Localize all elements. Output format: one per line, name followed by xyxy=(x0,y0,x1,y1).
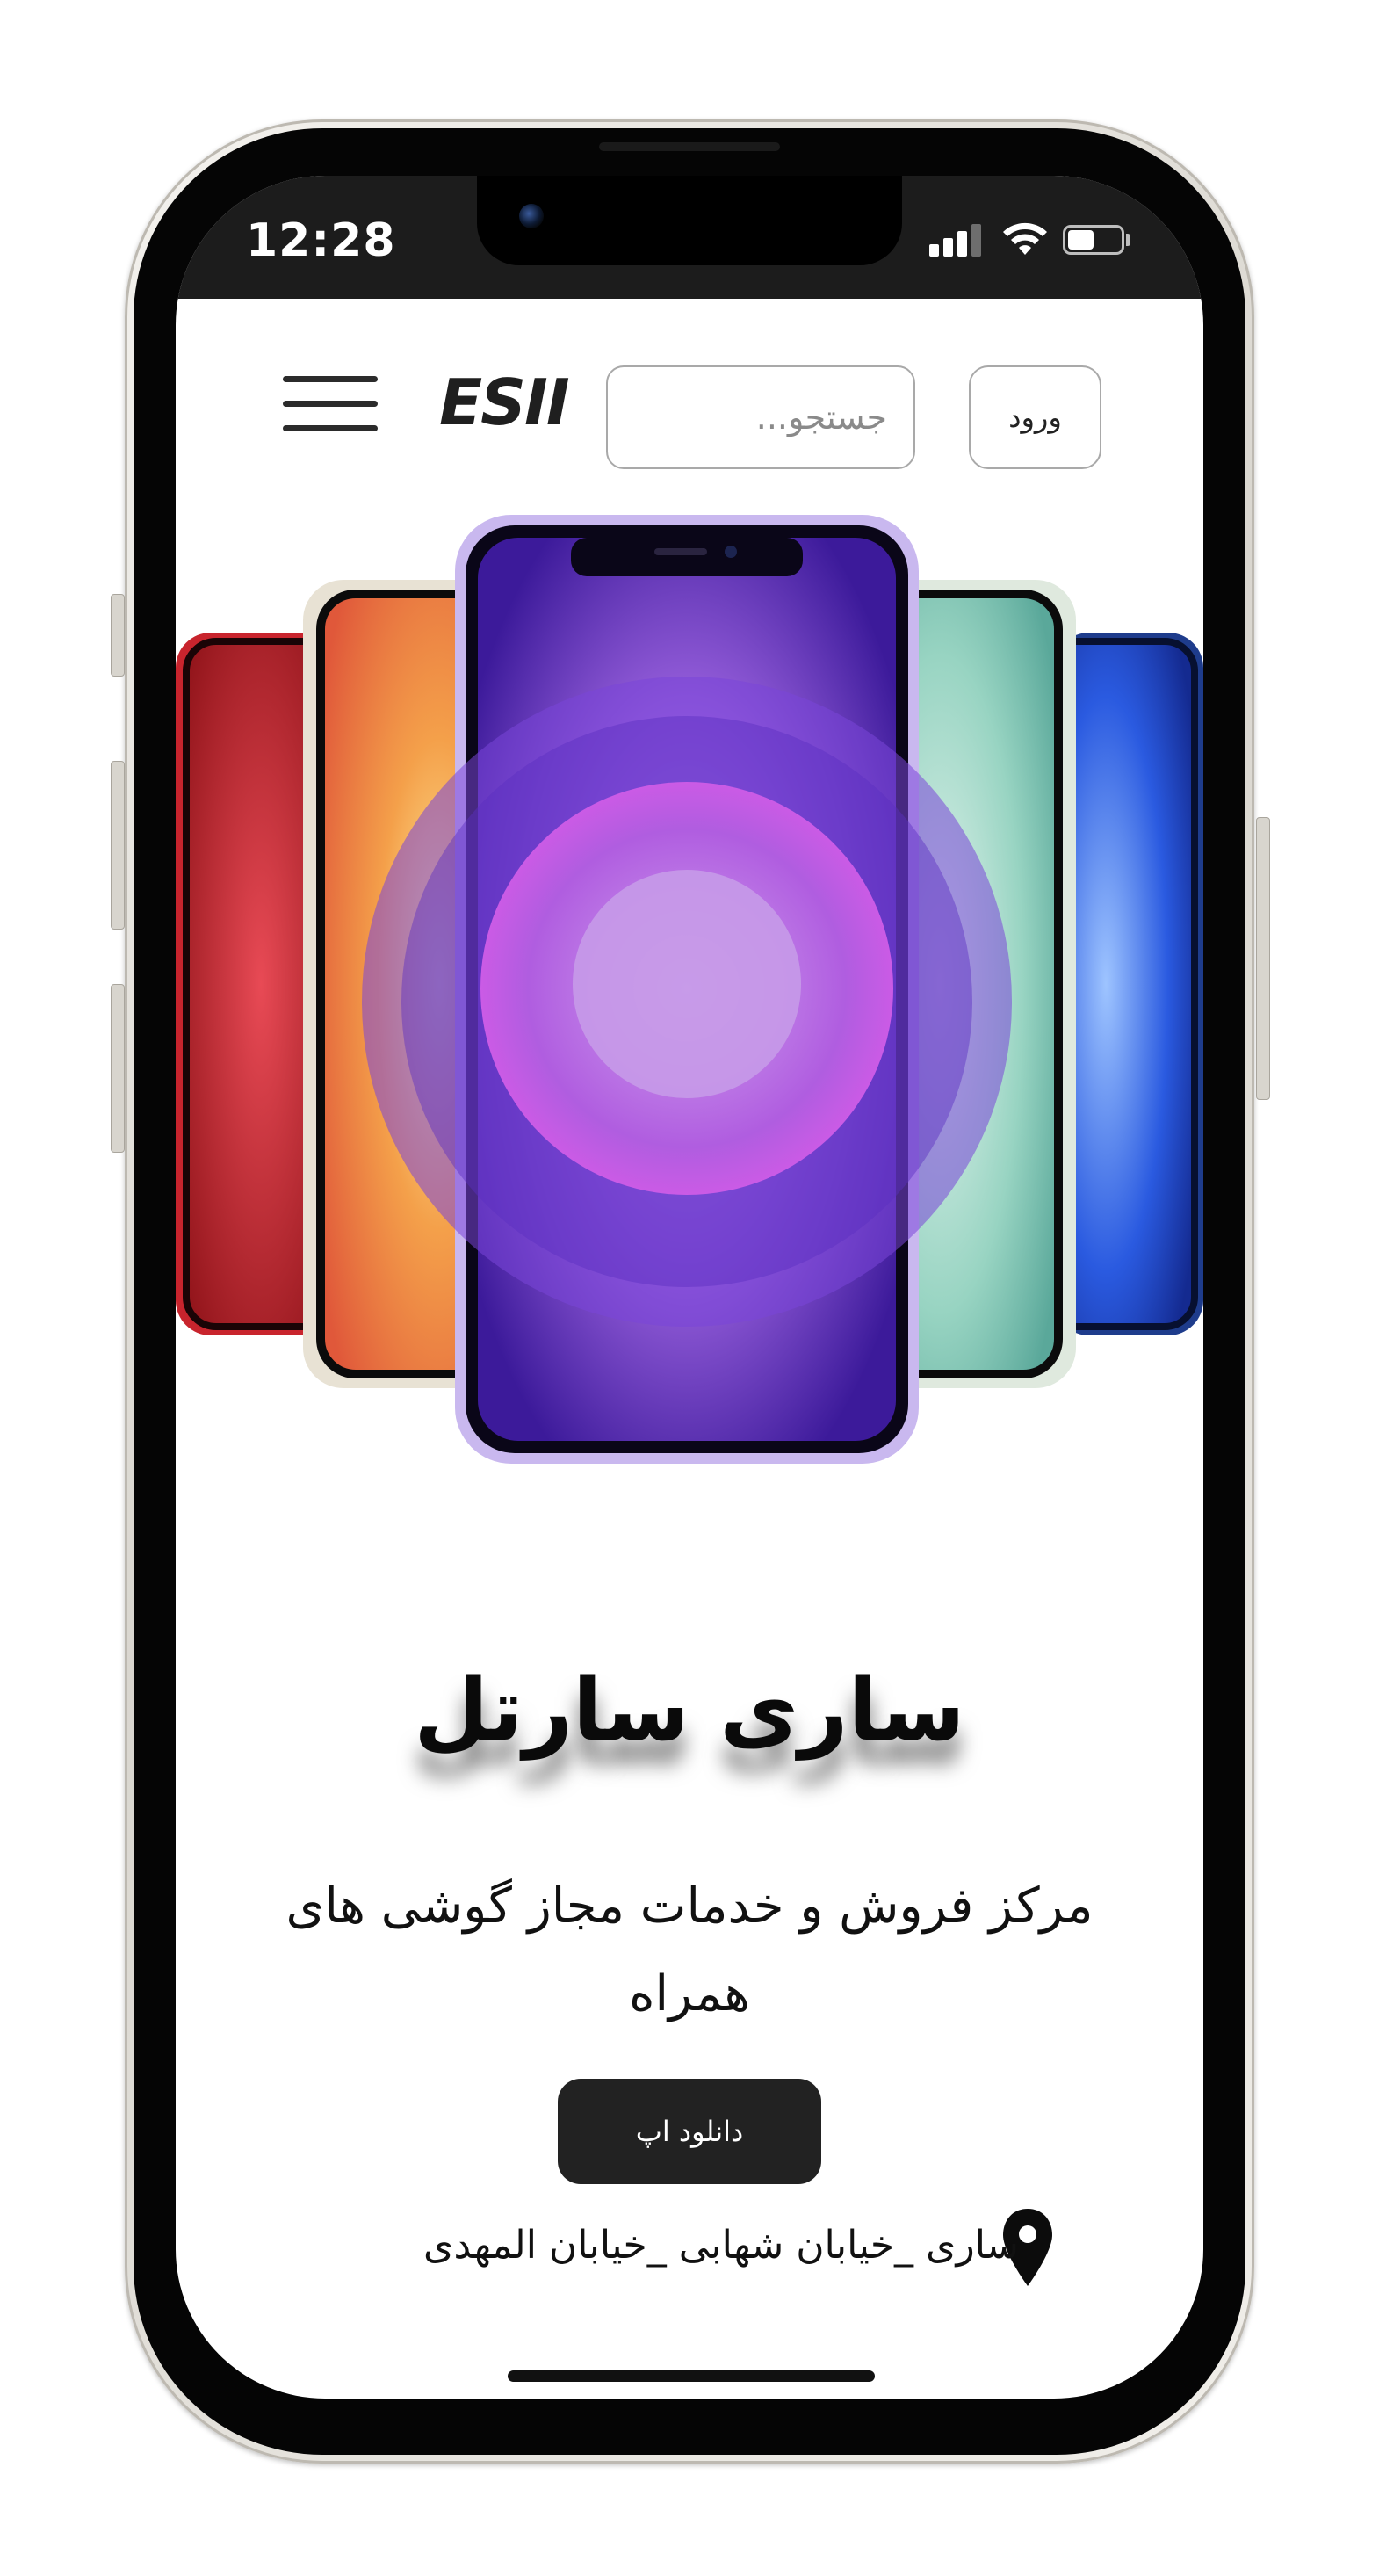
login-button[interactable]: ورود xyxy=(969,365,1101,469)
signal-bar xyxy=(971,224,981,257)
battery-tip xyxy=(1126,234,1130,246)
search-input[interactable] xyxy=(606,365,915,469)
store-address: ساری _خیابان شهابی _خیابان المهدی xyxy=(423,2223,1019,2268)
store-title: ساری سارتل xyxy=(414,1661,965,1761)
logo[interactable]: ESII xyxy=(439,367,580,438)
purple-phone xyxy=(362,515,1012,1464)
signal-bar xyxy=(929,244,939,257)
store-subtitle: مرکز فروش و خدمات مجاز گوشی های همراه xyxy=(285,1878,1094,2022)
status-bar: 12:28 xyxy=(176,176,1203,299)
signal-bar xyxy=(957,231,967,257)
phone-silent-switch xyxy=(111,594,125,677)
signal-bar xyxy=(943,238,953,257)
hero-phones-image xyxy=(176,515,1203,1464)
download-app-button[interactable]: دانلود اپ xyxy=(558,2079,821,2184)
phone-volume-down-button xyxy=(111,984,125,1153)
front-camera-icon xyxy=(519,204,544,228)
hamburger-menu-icon[interactable] xyxy=(283,369,378,436)
phone-volume-up-button xyxy=(111,761,125,930)
cellular-signal-icon xyxy=(929,221,982,257)
camera-notch xyxy=(477,176,902,265)
battery-fill xyxy=(1068,230,1094,250)
home-indicator[interactable] xyxy=(508,2370,875,2382)
phone-speaker-grille xyxy=(599,142,780,151)
phone-screen: 12:28 ESII جستجو... ورود ساری سارتل مرکز… xyxy=(176,176,1203,2399)
wifi-icon xyxy=(1003,222,1047,255)
battery-body xyxy=(1063,225,1124,255)
phone-power-button xyxy=(1256,817,1270,1100)
status-time: 12:28 xyxy=(246,214,396,267)
